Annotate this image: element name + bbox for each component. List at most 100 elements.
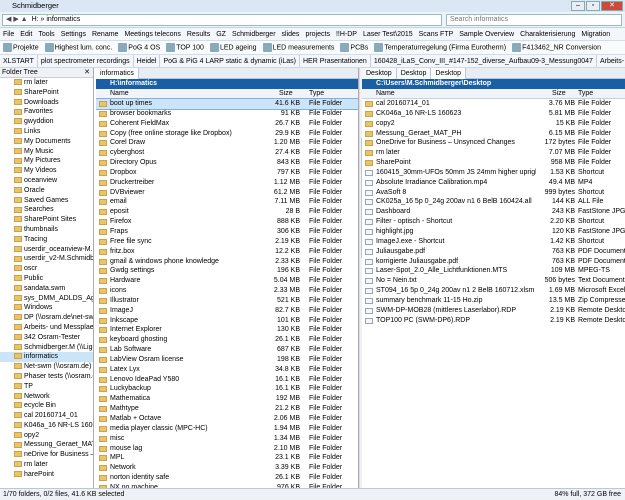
sidebar-item[interactable]: opy2 <box>0 431 93 441</box>
sidebar-item[interactable]: Links <box>0 127 93 137</box>
file-row[interactable]: Free file sync 2.19 KB File Folder <box>96 237 358 247</box>
toolbar-button[interactable]: Highest lum. conc. <box>42 41 116 54</box>
sidebar-item[interactable]: Phaser tests (\\osram.de\net-swm <box>0 372 93 382</box>
favorite-item[interactable]: 160428_iLaS_Conv_III_#147-152_diverse_Au… <box>371 55 597 67</box>
file-row[interactable]: No = Nein.txt 506 bytes Text Document <box>362 276 625 286</box>
sidebar-item[interactable]: Public <box>0 274 93 284</box>
sidebar-item[interactable]: rm later <box>0 78 93 88</box>
file-row[interactable]: mouse lag 2.10 MB File Folder <box>96 444 358 454</box>
sidebar-item[interactable]: K046a_16 NR-LS 160623 <box>0 421 93 431</box>
menu-item[interactable]: Scans FTP <box>416 28 457 40</box>
menu-item[interactable]: Sample Overview <box>456 28 517 40</box>
file-row[interactable]: cal 20160714_01 3.76 MB File Folder <box>362 99 625 109</box>
file-row[interactable]: Dropbox 797 KB File Folder <box>96 168 358 178</box>
sidebar-item[interactable]: Searches <box>0 205 93 215</box>
sidebar-item[interactable]: My Videos <box>0 166 93 176</box>
sidebar-item[interactable]: My Pictures <box>0 156 93 166</box>
file-row[interactable]: SharePoint 958 MB File Folder <box>362 158 625 168</box>
file-row[interactable]: Directory Opus 843 KB File Folder <box>96 158 358 168</box>
file-row[interactable]: ImageJ.exe - Shortcut 1.42 KB Shortcut <box>362 237 625 247</box>
column-type[interactable]: Type <box>578 89 593 99</box>
favorite-item[interactable]: HER Prasentationen <box>300 55 371 67</box>
sidebar-item[interactable]: Downloads <box>0 98 93 108</box>
file-row[interactable]: OneDrive for Business – Unsynced Changes… <box>362 138 625 148</box>
sidebar-item[interactable]: oceanview <box>0 176 93 186</box>
file-row[interactable]: AvaSoft 8 999 bytes Shortcut <box>362 188 625 198</box>
menu-item[interactable]: Edit <box>17 28 35 40</box>
file-row[interactable]: misc 1.34 MB File Folder <box>96 434 358 444</box>
sidebar-item[interactable]: sandata.swm <box>0 284 93 294</box>
tab[interactable]: Desktop <box>396 68 432 79</box>
file-row[interactable]: keyboard ghosting 26.1 KB File Folder <box>96 335 358 345</box>
toolbar-button[interactable]: F413462_NR Conversion <box>509 41 604 54</box>
sidebar-item[interactable]: rm later <box>0 460 93 470</box>
file-row[interactable]: TOP100 PC (SWM-DP6).RDP 2.19 KB Remote Des… <box>362 316 625 326</box>
file-row[interactable]: Corel Draw 1.20 MB File Folder <box>96 138 358 148</box>
file-row[interactable]: Luckybackup 16.1 KB File Folder <box>96 384 358 394</box>
file-row[interactable]: highlight.jpg 120 KBFastStone JPG File <box>362 227 625 237</box>
menu-item[interactable]: !!H-DP <box>333 28 360 40</box>
file-row[interactable]: norton identity safe 26.1 KB File Folder <box>96 473 358 483</box>
file-row[interactable]: Juliausgabe.pdf 763 KB PDF Document <box>362 247 625 257</box>
file-row[interactable]: DVBviewer 61.2 MB File Folder <box>96 188 358 198</box>
toolbar-button[interactable]: Projekte <box>0 41 42 54</box>
file-row[interactable]: cyberghost 27.4 KB File Folder <box>96 148 358 158</box>
file-row[interactable]: ImageJ 82.7 KB File Folder <box>96 306 358 316</box>
menu-item[interactable]: Charakterisierung <box>517 28 578 40</box>
file-row[interactable]: LabView Osram license 198 KB File Folder <box>96 355 358 365</box>
file-row[interactable]: Hardware 5.04 MB File Folder <box>96 276 358 286</box>
file-row[interactable]: Absolute Irradiance Calibration.mp4 49.4 … <box>362 178 625 188</box>
file-row[interactable]: Firefox 888 KB File Folder <box>96 217 358 227</box>
sidebar-item[interactable]: Tracing <box>0 235 93 245</box>
sidebar-item[interactable]: Schmidberger.M (\\Light\priv-sw <box>0 343 93 353</box>
sidebar-item[interactable]: My Music <box>0 147 93 157</box>
file-row[interactable]: Illustrator 521 KB File Folder <box>96 296 358 306</box>
column-size[interactable]: Size <box>279 89 293 99</box>
toolbar-button[interactable]: LED measurements <box>260 41 338 54</box>
sidebar-item[interactable]: informatics <box>0 352 93 363</box>
sidebar-item[interactable]: My Documents <box>0 137 93 147</box>
file-row[interactable]: copy2 15 KB File Folder <box>362 119 625 129</box>
menu-item[interactable]: Results <box>184 28 213 40</box>
file-row[interactable]: SWM-DP-MOB28 (mittleres Laserlabor).RDP 2… <box>362 306 625 316</box>
file-row[interactable]: fritz.box 12.2 KB File Folder <box>96 247 358 257</box>
file-row[interactable]: Matlab + Octave 2.06 MB File Folder <box>96 414 358 424</box>
menu-item[interactable]: Laser Test\2015 <box>360 28 416 40</box>
toolbar-button[interactable]: PCBs <box>337 41 371 54</box>
sidebar-item[interactable]: thumbnails <box>0 225 93 235</box>
file-row[interactable]: Internet Explorer 130 KB File Folder <box>96 325 358 335</box>
file-row[interactable]: summary benchmark 11-15 Ho.zip 13.5 MB Zip… <box>362 296 625 306</box>
sidebar-item[interactable]: Network <box>0 392 93 402</box>
sidebar-item[interactable]: userdir_v2-M.Schmidberger <box>0 254 93 264</box>
toolbar-button[interactable]: Temperaturregelung (Firma Eurotherm) <box>371 41 509 54</box>
sidebar-item[interactable]: userdir_oceanview-M.Schmidberger <box>0 245 93 255</box>
file-row[interactable]: MPL 23.1 KB File Folder <box>96 453 358 463</box>
menu-item[interactable]: projects <box>302 28 333 40</box>
tab[interactable]: Desktop <box>362 68 397 79</box>
file-row[interactable]: 160415_30mm-UFOs 50mm JS 24mm higher upr… <box>362 168 625 178</box>
file-row[interactable]: Fraps 306 KB File Folder <box>96 227 358 237</box>
sidebar-item[interactable]: Saved Games <box>0 196 93 206</box>
file-row[interactable]: Laser-Spot_2.0_Alle_Lichtfunktionen.MTS 1… <box>362 266 625 276</box>
minimize-icon[interactable]: – <box>571 1 585 11</box>
file-row[interactable]: Filter - optisch - Shortcut 2.20 KB Shortc… <box>362 217 625 227</box>
file-row[interactable]: icons 2.33 MB File Folder <box>96 286 358 296</box>
file-row[interactable]: Coherent FieldMax 26.7 KB File Folder <box>96 119 358 129</box>
file-row[interactable]: boot up times 41.6 KB File Folder <box>96 98 358 110</box>
sidebar-item[interactable]: ecycle Bin <box>0 401 93 411</box>
favorite-item[interactable]: XLSTART <box>0 55 38 67</box>
close-icon[interactable]: ✕ <box>84 68 90 78</box>
sidebar-item[interactable]: oscr <box>0 264 93 274</box>
file-row[interactable]: eposit 28 B File Folder <box>96 207 358 217</box>
menu-item[interactable]: File <box>0 28 17 40</box>
sidebar-item[interactable]: 342 Osram-Tester <box>0 333 93 343</box>
file-row[interactable]: Messung_Geraet_MAT_PH 6.15 MB File Folder <box>362 129 625 139</box>
file-row[interactable]: email 7.11 MB File Folder <box>96 197 358 207</box>
file-row[interactable]: Inkscape 101 KB File Folder <box>96 316 358 326</box>
close-icon[interactable]: ✕ <box>601 1 623 11</box>
back-forward-icon[interactable]: ◀ ▶ ▲ <box>6 16 28 23</box>
file-row[interactable]: Mathtype 21.2 KB File Folder <box>96 404 358 414</box>
tab[interactable]: informatics <box>96 68 139 79</box>
path-field[interactable]: ◀ ▶ ▲ H: » informatics <box>2 14 442 26</box>
menu-item[interactable]: GZ <box>213 28 229 40</box>
